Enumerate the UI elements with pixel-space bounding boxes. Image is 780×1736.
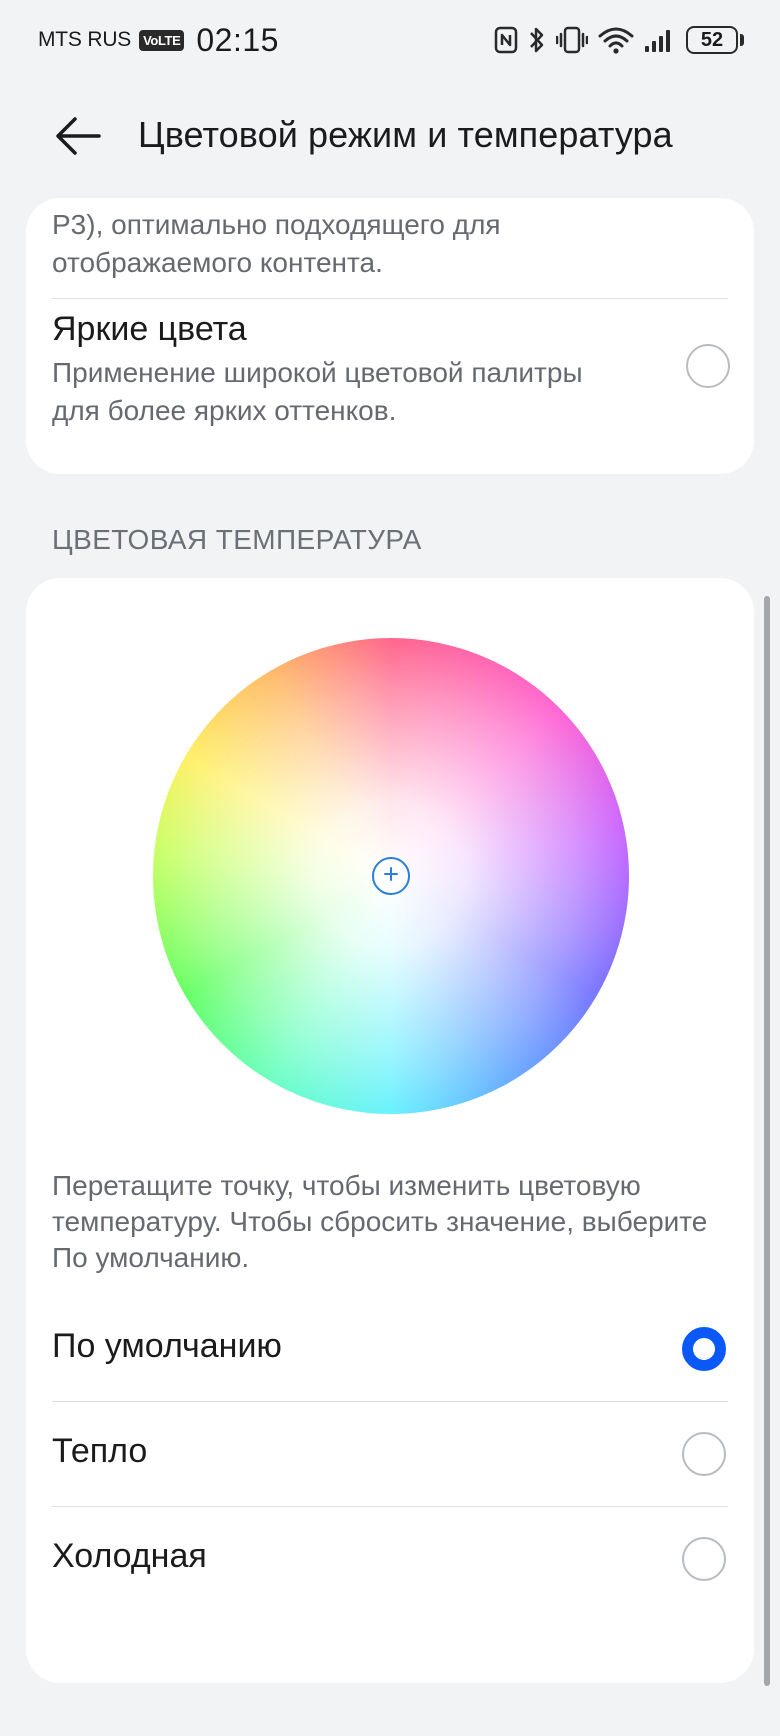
option-default-radio[interactable] xyxy=(682,1327,726,1371)
option-cold-radio[interactable] xyxy=(682,1537,726,1581)
option-warm[interactable]: Тепло xyxy=(26,1402,754,1506)
option-warm-label: Тепло xyxy=(52,1432,148,1470)
option-cold-label: Холодная xyxy=(52,1537,207,1575)
scrollbar[interactable] xyxy=(764,596,770,1686)
status-bar-right: 52 xyxy=(494,20,744,60)
status-clock: 02:15 xyxy=(196,21,279,58)
color-temperature-wheel[interactable] xyxy=(153,638,629,1114)
status-bar: MTS RUS VoLTE 02:15 52 xyxy=(0,0,780,80)
vivid-colors-description: Применение широкой цветовой палитры для … xyxy=(52,357,583,426)
vibrate-icon xyxy=(556,26,588,54)
status-bar-left: MTS RUS VoLTE 02:15 xyxy=(38,20,279,60)
carrier-name: MTS RUS xyxy=(38,28,132,51)
option-cold[interactable]: Холодная xyxy=(26,1507,754,1611)
color-temperature-card: Перетащите точку, чтобы изменить цветову… xyxy=(26,578,754,1683)
section-header-color-temperature: ЦВЕТОВАЯ ТЕМПЕРАТУРА xyxy=(52,524,422,555)
option-default[interactable]: По умолчанию xyxy=(26,1297,754,1401)
divider xyxy=(52,298,728,299)
page-title: Цветовой режим и температура xyxy=(138,114,673,155)
plus-icon xyxy=(384,866,398,886)
option-default-label: По умолчанию xyxy=(52,1327,282,1365)
bluetooth-icon xyxy=(528,25,546,55)
wifi-icon xyxy=(598,26,634,54)
battery-icon: 52 xyxy=(686,26,744,54)
vivid-colors-radio[interactable] xyxy=(686,344,730,388)
color-mode-description: P3), оптимально подходящего для отобража… xyxy=(52,209,501,278)
cellular-signal-icon xyxy=(644,26,676,54)
app-bar: Цветовой режим и температура xyxy=(0,90,780,186)
vivid-colors-title: Яркие цвета xyxy=(52,310,247,348)
wheel-drag-handle[interactable] xyxy=(372,857,410,895)
color-mode-card: P3), оптимально подходящего для отобража… xyxy=(26,198,754,474)
nfc-icon xyxy=(494,26,518,54)
back-button[interactable] xyxy=(44,110,112,166)
settings-scroll-area[interactable]: P3), оптимально подходящего для отобража… xyxy=(0,198,780,1736)
temperature-hint: Перетащите точку, чтобы изменить цветову… xyxy=(52,1170,708,1273)
option-warm-radio[interactable] xyxy=(682,1432,726,1476)
back-arrow-icon xyxy=(55,116,101,161)
battery-level: 52 xyxy=(686,26,738,54)
volte-badge: VoLTE xyxy=(139,29,185,51)
battery-tip xyxy=(740,34,744,46)
